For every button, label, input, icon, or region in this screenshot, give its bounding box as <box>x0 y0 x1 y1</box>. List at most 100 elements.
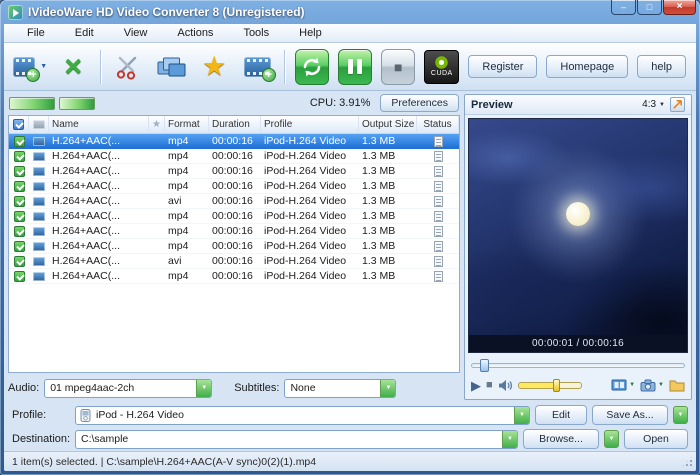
add-video-caret-icon[interactable]: ▼ <box>40 63 47 70</box>
save-as-button[interactable]: Save As... <box>592 405 668 425</box>
select-all-checkbox[interactable] <box>13 119 24 130</box>
table-row[interactable]: H.264+AAC(... avi 00:00:16 iPod-H.264 Vi… <box>9 254 459 269</box>
register-button[interactable]: Register <box>468 55 537 78</box>
table-row[interactable]: H.264+AAC(... mp4 00:00:16 iPod-H.264 Vi… <box>9 209 459 224</box>
column-type[interactable] <box>29 116 49 133</box>
row-checkbox[interactable] <box>14 196 25 207</box>
close-button[interactable]: × <box>663 0 696 15</box>
clip-button[interactable] <box>108 46 148 88</box>
snapshot-button[interactable] <box>640 379 656 392</box>
cuda-badge[interactable]: CUDA <box>421 46 462 88</box>
row-checkbox[interactable] <box>14 151 25 162</box>
resize-grip[interactable] <box>681 455 694 468</box>
homepage-button[interactable]: Homepage <box>546 55 628 78</box>
effect-button[interactable]: ★ <box>194 46 234 88</box>
seek-groove[interactable] <box>471 363 685 368</box>
cell-status <box>417 196 459 207</box>
menu-item-tools[interactable]: Tools <box>228 24 284 42</box>
film-caret-icon[interactable]: ▼ <box>629 382 635 388</box>
destination-dropdown-arrow[interactable]: ▼ <box>502 431 517 448</box>
help-button[interactable]: help <box>637 55 686 78</box>
browse-caret-button[interactable]: ▼ <box>604 430 619 448</box>
row-checkbox[interactable] <box>14 226 25 237</box>
minimize-button[interactable]: – <box>611 0 636 15</box>
row-checkbox[interactable] <box>14 166 25 177</box>
column-format[interactable]: Format <box>165 116 209 133</box>
pause-bar <box>357 59 362 74</box>
row-checkbox[interactable] <box>14 181 25 192</box>
table-row[interactable]: H.264+AAC(... mp4 00:00:16 iPod-H.264 Vi… <box>9 269 459 284</box>
audio-dropdown-arrow[interactable]: ▼ <box>196 380 211 397</box>
playback-time: 00:00:01 / 00:00:16 <box>469 335 687 352</box>
menu-item-edit[interactable]: Edit <box>60 24 109 42</box>
column-name[interactable]: Name <box>49 116 149 133</box>
convert-button[interactable] <box>292 46 332 88</box>
column-duration[interactable]: Duration <box>209 116 261 133</box>
row-checkbox[interactable] <box>14 241 25 252</box>
row-checkbox[interactable] <box>14 256 25 267</box>
edit-button[interactable]: Edit <box>535 405 587 425</box>
preferences-button[interactable]: Preferences <box>380 94 459 112</box>
stop-playback-button[interactable]: ■ <box>486 380 493 391</box>
column-output-size[interactable]: Output Size <box>359 116 417 133</box>
table-row[interactable]: H.264+AAC(... mp4 00:00:16 iPod-H.264 Vi… <box>9 164 459 179</box>
merge-button[interactable]: + <box>237 46 277 88</box>
column-profile[interactable]: Profile <box>261 116 359 133</box>
play-button[interactable]: ▶ <box>471 379 481 392</box>
status-icon <box>434 211 443 222</box>
toolbar-separator <box>100 50 101 84</box>
table-row[interactable]: H.264+AAC(... mp4 00:00:16 iPod-H.264 Vi… <box>9 179 459 194</box>
row-type-cell <box>29 212 49 221</box>
add-video-button[interactable]: + ▼ <box>10 46 50 88</box>
cell-status <box>417 211 459 222</box>
menu-item-view[interactable]: View <box>109 24 163 42</box>
maximize-button[interactable]: □ <box>637 0 662 15</box>
seek-slider[interactable] <box>471 358 685 373</box>
audio-select[interactable]: 01 mpeg4aac-2ch ▼ <box>44 379 212 398</box>
table-row[interactable]: H.264+AAC(... mp4 00:00:16 iPod-H.264 Vi… <box>9 224 459 239</box>
profile-select[interactable]: iPod - H.264 Video ▼ <box>75 406 530 425</box>
main-content: CPU: 3.91% Preferences Name ★ Format Dur… <box>4 91 696 403</box>
table-row[interactable]: H.264+AAC(... avi 00:00:16 iPod-H.264 Vi… <box>9 194 459 209</box>
stop-button[interactable]: ■ <box>378 46 418 88</box>
column-status[interactable]: Status <box>417 116 459 133</box>
column-star[interactable]: ★ <box>149 116 165 133</box>
table-row[interactable]: H.264+AAC(... mp4 00:00:16 iPod-H.264 Vi… <box>9 239 459 254</box>
clip-column-icon <box>33 120 45 129</box>
table-row[interactable]: H.264+AAC(... mp4 00:00:16 iPod-H.264 Vi… <box>9 149 459 164</box>
cell-format: mp4 <box>165 180 209 192</box>
cell-format: avi <box>165 195 209 207</box>
table-row[interactable]: H.264+AAC(... mp4 00:00:16 iPod-H.264 Vi… <box>9 134 459 149</box>
remove-file-button[interactable]: × <box>53 46 93 88</box>
row-checkbox[interactable] <box>14 211 25 222</box>
menu-item-help[interactable]: Help <box>284 24 337 42</box>
edit-video-button[interactable] <box>151 46 191 88</box>
column-select-all[interactable] <box>9 116 29 133</box>
apply-profile-button[interactable] <box>611 379 627 391</box>
destination-input[interactable]: C:\sample ▼ <box>75 430 518 449</box>
subtitles-select[interactable]: None ▼ <box>284 379 396 398</box>
volume-handle[interactable] <box>553 379 560 392</box>
open-snapshot-folder-button[interactable] <box>669 379 685 392</box>
subtitles-dropdown-arrow[interactable]: ▼ <box>380 380 395 397</box>
browse-button[interactable]: Browse... <box>523 429 599 449</box>
save-as-caret-button[interactable]: ▼ <box>673 406 688 424</box>
camera-caret-icon[interactable]: ▼ <box>658 382 664 388</box>
open-button[interactable]: Open <box>624 429 688 449</box>
profile-dropdown-arrow[interactable]: ▼ <box>514 407 529 424</box>
aspect-ratio-dropdown[interactable]: 4:3 ▼ <box>642 99 665 110</box>
volume-groove[interactable] <box>518 382 582 389</box>
volume-slider[interactable] <box>518 379 582 392</box>
cell-format: mp4 <box>165 225 209 237</box>
menu-item-file[interactable]: File <box>12 24 60 42</box>
seek-handle[interactable] <box>480 359 489 372</box>
row-checkbox[interactable] <box>14 136 25 147</box>
row-type-cell <box>29 227 49 236</box>
row-checkbox[interactable] <box>14 271 25 282</box>
pause-button[interactable] <box>335 46 375 88</box>
menu-item-actions[interactable]: Actions <box>162 24 228 42</box>
table-header: Name ★ Format Duration Profile Output Si… <box>9 116 459 134</box>
mute-button[interactable] <box>498 379 513 392</box>
cell-output-size: 1.3 MB <box>359 240 417 252</box>
popout-button[interactable] <box>670 97 685 112</box>
